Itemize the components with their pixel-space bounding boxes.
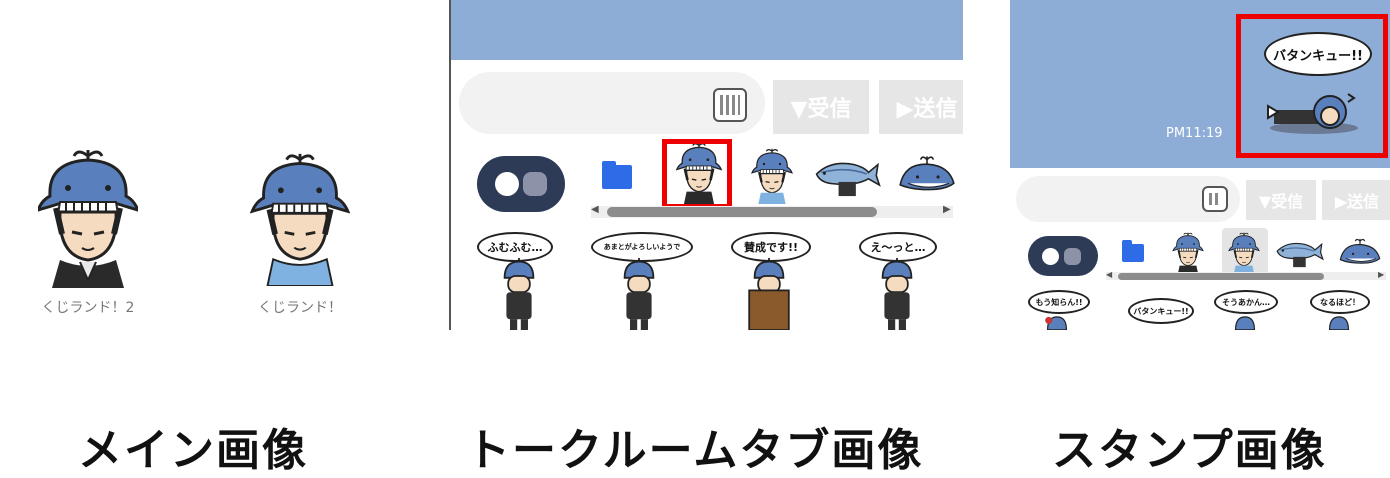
chat-header-area — [451, 0, 963, 60]
sticker-bubble: もう知らん!! — [1028, 290, 1090, 314]
smile-icon — [1042, 248, 1059, 265]
caption-talkroom-image: トークルームタブ画像 — [466, 425, 924, 476]
sticker-thumb-whale[interactable] — [1338, 234, 1382, 268]
scroll-left-icon[interactable]: ◀ — [591, 204, 599, 215]
stamp-fallen-character — [1267, 93, 1358, 134]
sticker-icon — [1064, 248, 1081, 265]
smile-icon — [495, 172, 519, 196]
keyboard-icon[interactable] — [1202, 186, 1228, 212]
character-portrait-kimono — [38, 148, 138, 288]
sticker-figure[interactable] — [617, 258, 661, 330]
sticker-figure[interactable] — [497, 258, 541, 330]
character-label: くじランド！ — [258, 300, 342, 316]
character-label: くじランド！2 — [41, 300, 135, 316]
talkroom-screenshot: ▼受信 ▶送信 ◀ ▶ ふむふむ… あまとがよろしいようで 賛成です!! え〜っ… — [449, 0, 963, 330]
sticker-thumb-blue[interactable] — [1226, 232, 1262, 274]
sticker-bubble: バタンキュー!! — [1128, 298, 1194, 324]
sticker-figure[interactable] — [1044, 312, 1070, 330]
scrollbar-thumb[interactable] — [1118, 273, 1324, 280]
scroll-left-icon[interactable]: ◀ — [1106, 270, 1112, 279]
sticker-bubble: なるほど！ — [1310, 290, 1370, 314]
receive-button[interactable]: ▼受信 — [1246, 180, 1316, 220]
sticker-thumb-fish[interactable] — [1276, 236, 1324, 272]
sticker-bubble: そうあかん… — [1214, 290, 1278, 314]
caption-stamp-image: スタンプ画像 — [1052, 425, 1327, 476]
folder-icon[interactable] — [602, 161, 632, 189]
message-time: PM11:19 — [1166, 126, 1223, 141]
caption-main-image: メイン画像 — [78, 425, 308, 476]
sticker-thumb-kimono[interactable] — [1170, 232, 1206, 274]
character-portrait-blue — [250, 152, 350, 286]
sticker-thumb-whale[interactable] — [897, 150, 957, 196]
send-button[interactable]: ▶送信 — [1322, 180, 1390, 220]
folder-icon[interactable] — [1122, 240, 1144, 262]
sticker-thumb-blue[interactable] — [747, 148, 797, 204]
sticker-icon — [523, 172, 547, 196]
scroll-right-icon[interactable]: ▶ — [943, 204, 951, 215]
stamp-screenshot: PM11:19 バタンキュー!! ▼受信 ▶送信 ◀ ▶ もう知らん!! バタン… — [1010, 0, 1390, 330]
send-button[interactable]: ▶送信 — [879, 80, 963, 134]
scrollbar-thumb[interactable] — [607, 207, 877, 217]
selected-highlight — [662, 139, 732, 209]
sticker-figure[interactable] — [875, 258, 919, 330]
keyboard-icon[interactable] — [713, 88, 747, 122]
scroll-right-icon[interactable]: ▶ — [1378, 270, 1384, 279]
sticker-figure[interactable] — [1326, 312, 1352, 330]
sticker-thumb-fish[interactable] — [815, 152, 881, 204]
emoji-sticker-toggle[interactable] — [477, 156, 565, 212]
receive-button[interactable]: ▼受信 — [773, 80, 869, 134]
stamp-bubble: バタンキュー!! — [1264, 32, 1372, 76]
emoji-sticker-toggle[interactable] — [1028, 236, 1098, 276]
sticker-figure[interactable] — [1232, 312, 1258, 330]
sticker-figure-podium[interactable] — [747, 258, 791, 330]
